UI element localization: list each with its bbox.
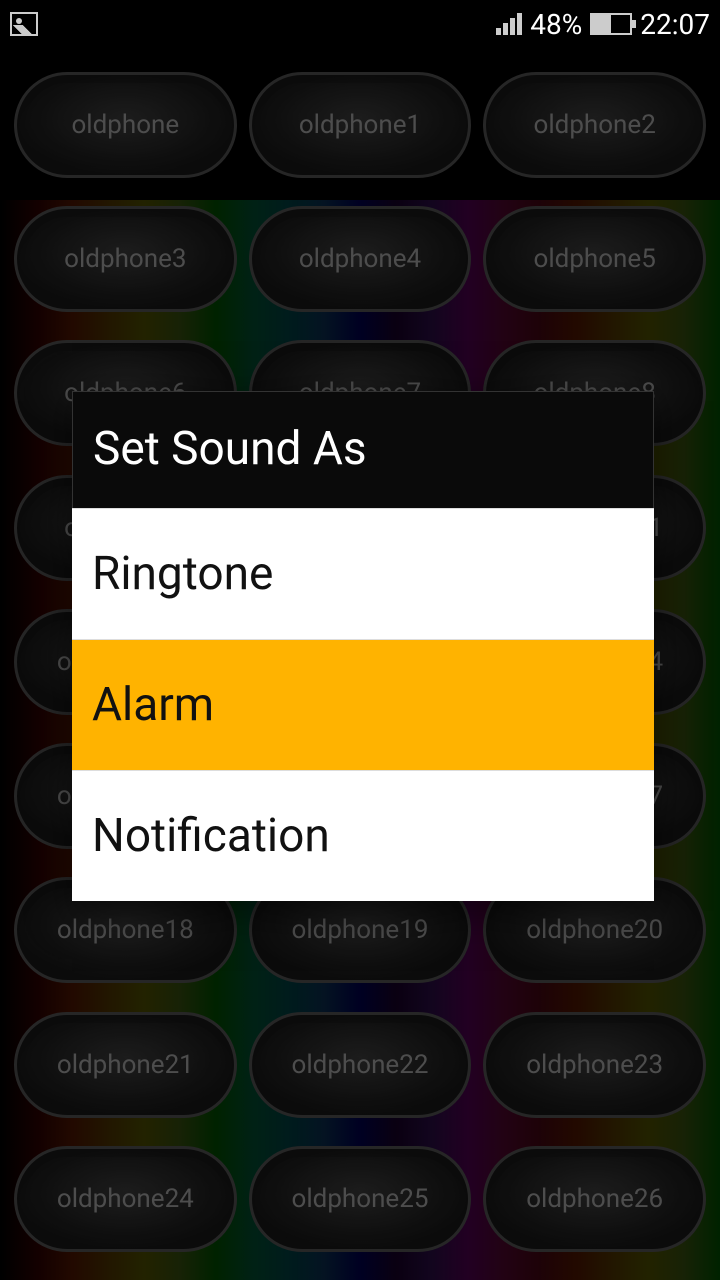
- status-bar: 48% 22:07: [0, 0, 720, 48]
- signal-icon: [496, 13, 522, 35]
- clock: 22:07: [640, 8, 710, 41]
- dialog-title: Set Sound As: [72, 391, 654, 508]
- option-ringtone[interactable]: Ringtone: [72, 508, 654, 639]
- set-sound-dialog: Set Sound As Ringtone Alarm Notification: [72, 391, 654, 901]
- battery-percent: 48%: [530, 8, 582, 41]
- image-notification-icon: [10, 12, 38, 36]
- option-notification[interactable]: Notification: [72, 770, 654, 901]
- battery-icon: [590, 13, 632, 35]
- option-alarm[interactable]: Alarm: [72, 639, 654, 770]
